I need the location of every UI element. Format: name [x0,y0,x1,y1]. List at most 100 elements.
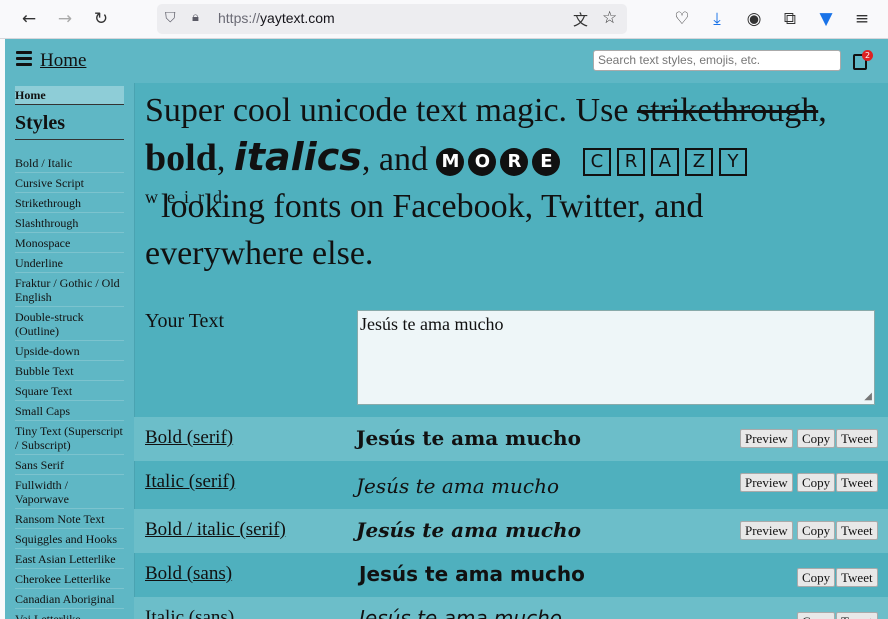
input-value: Jesús te ama mucho [360,314,504,334]
reload-icon[interactable]: ↻ [88,6,114,32]
copy-button[interactable]: Copy [797,473,836,492]
copy-button[interactable]: Copy [797,429,836,448]
hero-line4: everywhere else. [145,235,374,272]
sidebar-item[interactable]: Squiggles and Hooks [15,529,124,549]
preview-button[interactable]: Preview [740,429,793,448]
your-text-input[interactable]: Jesús te ama mucho ◢ [357,310,875,405]
resize-grip-icon[interactable]: ◢ [864,391,872,402]
hero-text: Super cool unicode text magic. Use strik… [145,87,880,277]
sidebar-item[interactable]: Ransom Note Text [15,509,124,529]
translate-icon[interactable]: 文 [573,9,588,30]
tweet-button[interactable]: Tweet [836,568,878,587]
hero-and: , and [361,141,437,178]
hero-comma: , [216,141,234,178]
style-sample: Jesús te ama mucho [359,606,562,619]
style-row: Italic (serif) Jesús te ama mucho Previe… [134,461,888,505]
style-sample: Jesús te ama mucho [359,562,585,586]
pocket-icon[interactable]: ♡ [669,6,695,32]
preview-button[interactable]: Preview [740,521,793,540]
sidebar-item[interactable]: Cursive Script [15,173,124,193]
bubble-letter: M [436,148,465,177]
style-row: Bold (serif) Jesús te ama mucho Preview … [134,417,888,461]
shield-icon[interactable]: ⛉ [165,10,176,26]
sidebar: Home Styles Bold / Italic Cursive Script… [5,83,135,619]
tweet-button[interactable]: Tweet [836,612,878,619]
square-letter: C [582,148,611,177]
hero-bold: bold [145,137,217,179]
style-sample: Jesús te ama mucho [356,518,581,542]
square-letter: R [616,148,645,177]
site-header: Home Search text styles, emojis, etc. 2 [5,39,888,83]
hero-comma: , [818,92,827,129]
bubble-letter: E [532,148,561,177]
sidebar-item[interactable]: Double-struck (Outline) [15,307,124,341]
extensions-icon[interactable]: ⧉ [777,6,803,32]
style-name-link[interactable]: Bold / italic (serif) [145,519,286,541]
style-name-link[interactable]: Bold (serif) [145,427,233,449]
tweet-button[interactable]: Tweet [836,429,878,448]
bookmark-star-icon[interactable]: ☆ [602,8,617,28]
forward-icon[interactable]: → [52,6,78,32]
bubble-letter: O [468,148,497,177]
sidebar-item[interactable]: Strikethrough [15,193,124,213]
url-host: yaytext.com [260,10,335,26]
hamburger-icon[interactable] [16,51,32,66]
home-link[interactable]: Home [40,50,86,72]
sidebar-item[interactable]: Sans Serif [15,455,124,475]
style-sample: Jesús te ama mucho [356,426,581,450]
square-letter: A [650,148,679,177]
sidebar-item[interactable]: Bubble Text [15,361,124,381]
url-text[interactable]: https://yaytext.com [218,10,335,26]
sidebar-item[interactable]: Upside-down [15,341,124,361]
style-name-link[interactable]: Bold (sans) [145,563,232,585]
tweet-button[interactable]: Tweet [836,521,878,540]
sidebar-item[interactable]: Fraktur / Gothic / Old English [15,273,124,307]
sidebar-item[interactable]: Cherokee Letterlike [15,569,124,589]
style-name-link[interactable]: Italic (serif) [145,471,235,493]
download-icon[interactable]: ⤓ [704,6,730,32]
sidebar-item[interactable]: Underline [15,253,124,273]
sidebar-item[interactable]: Fullwidth / Vaporwave [15,475,124,509]
sidebar-home[interactable]: Home [15,86,124,105]
menu-icon[interactable]: ≡ [849,6,875,32]
account-icon[interactable]: ◉ [741,6,767,32]
page: Home Search text styles, emojis, etc. 2 … [5,39,888,619]
browser-toolbar: ← → ↻ ⛉ 🔒︎ https://yaytext.com 文 ☆ ♡ ⤓ ◉… [0,0,888,39]
sidebar-item[interactable]: Canadian Aboriginal [15,589,124,609]
sidebar-item[interactable]: Tiny Text (Superscript / Subscript) [15,421,124,455]
square-letter: Z [684,148,713,177]
square-letter: Y [718,148,747,177]
hero-italics: italics [233,135,362,179]
sidebar-item[interactable]: Small Caps [15,401,124,421]
tweet-button[interactable]: Tweet [836,473,878,492]
sidebar-list: Bold / Italic Cursive Script Strikethrou… [15,153,124,619]
sidebar-item[interactable]: Monospace [15,233,124,253]
style-row: Bold / italic (serif) Jesús te ama mucho… [134,509,888,553]
back-icon[interactable]: ← [16,6,42,32]
preview-button[interactable]: Preview [740,473,793,492]
sidebar-title: Styles [15,112,124,140]
sidebar-item[interactable]: East Asian Letterlike [15,549,124,569]
sidebar-item[interactable]: Vai Letterlike [15,609,124,619]
clipboard-icon[interactable]: 2 [851,50,873,70]
copy-button[interactable]: Copy [797,521,836,540]
clipboard-badge: 2 [862,50,873,61]
search-input[interactable]: Search text styles, emojis, etc. [593,50,841,71]
bubble-letter: R [500,148,529,177]
hero-line1: Super cool unicode text magic. Use [145,92,637,129]
hero-weird: weird [145,187,231,207]
extension-v-icon[interactable]: ▼ [813,6,839,32]
copy-button[interactable]: Copy [797,612,836,619]
style-sample: Jesús te ama mucho [356,474,559,498]
url-bar[interactable]: ⛉ 🔒︎ https://yaytext.com 文 ☆ [157,4,627,34]
hero-strike: strikethrough [636,92,819,129]
style-row: Bold (sans) Jesús te ama mucho Copy Twee… [134,553,888,597]
url-prefix: https:// [218,10,261,26]
sidebar-item[interactable]: Square Text [15,381,124,401]
style-name-link[interactable]: Italic (sans) [145,607,234,619]
sidebar-item[interactable]: Slashthrough [15,213,124,233]
copy-button[interactable]: Copy [797,568,836,587]
your-text-label: Your Text [145,310,224,332]
lock-icon[interactable]: 🔒︎ [192,10,199,25]
sidebar-item[interactable]: Bold / Italic [15,153,124,173]
